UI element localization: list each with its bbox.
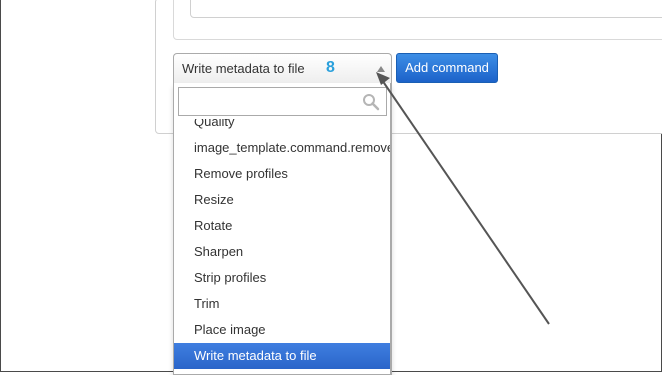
command-list-inner — [190, 0, 662, 18]
search-icon — [363, 94, 380, 111]
dropdown-scroll-edge — [390, 83, 391, 375]
option-trim[interactable]: Trim — [174, 291, 391, 317]
option-write-metadata[interactable]: Write metadata to file — [174, 343, 391, 369]
options-list: Quality image_template.command.remove Re… — [174, 119, 391, 374]
step-badge: 8 — [326, 59, 335, 76]
option-place-image[interactable]: Place image — [174, 317, 391, 343]
option-resize[interactable]: Resize — [174, 187, 391, 213]
option-rotate[interactable]: Rotate — [174, 213, 391, 239]
option-remove-command[interactable]: image_template.command.remove — [174, 135, 391, 161]
caret-up-icon — [377, 66, 385, 72]
add-command-button[interactable]: Add command — [396, 53, 498, 83]
option-sharpen[interactable]: Sharpen — [174, 239, 391, 265]
search-input[interactable] — [179, 88, 359, 115]
option-strip-profiles[interactable]: Strip profiles — [174, 265, 391, 291]
command-dropdown: Quality image_template.command.remove Re… — [173, 83, 392, 375]
option-quality[interactable]: Quality — [174, 119, 391, 135]
command-select[interactable]: Write metadata to file — [173, 53, 392, 83]
option-remove-profiles[interactable]: Remove profiles — [174, 161, 391, 187]
command-select-label: Write metadata to file — [182, 61, 305, 76]
search-field[interactable] — [178, 87, 387, 116]
